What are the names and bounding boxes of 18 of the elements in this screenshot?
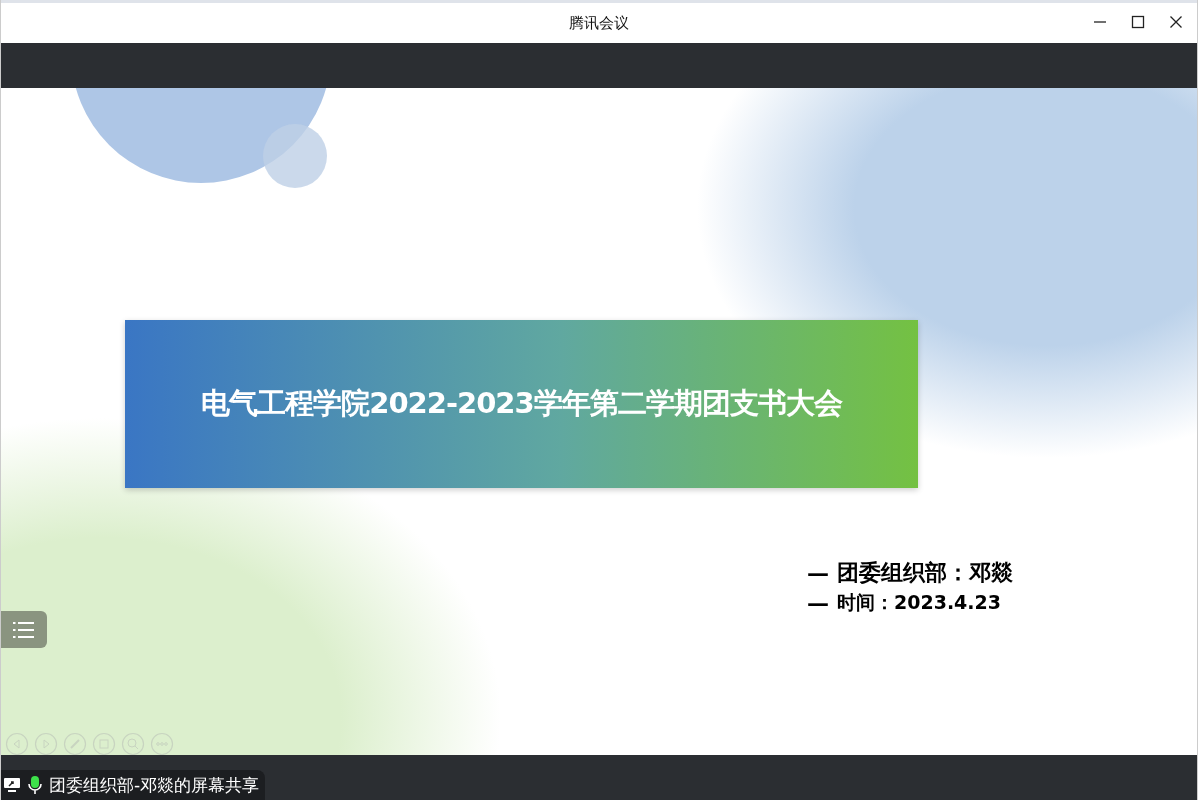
- window-title: 腾讯会议: [569, 13, 629, 33]
- next-icon[interactable]: [34, 732, 58, 755]
- outline-button[interactable]: [1, 611, 47, 648]
- previous-icon[interactable]: [5, 732, 29, 755]
- close-icon[interactable]: [1169, 15, 1183, 29]
- slide-title: 电气工程学院2022-2023学年第二学期团支书大会: [201, 385, 842, 422]
- slide-text: 时间：2023.4.23: [837, 590, 1001, 615]
- more-icon[interactable]: [150, 732, 174, 755]
- pen-icon[interactable]: [63, 732, 87, 755]
- slide-text: 团委组织部：邓燚: [837, 559, 1013, 587]
- dash: —: [807, 590, 829, 616]
- maximize-icon[interactable]: [1131, 15, 1145, 29]
- microphone-icon: [27, 775, 43, 795]
- dash: —: [807, 560, 829, 586]
- share-label: 团委组织部-邓燚的屏幕共享: [49, 773, 260, 797]
- slides-icon[interactable]: [92, 732, 116, 755]
- list-icon: [13, 620, 35, 639]
- zoom-icon[interactable]: [121, 732, 145, 755]
